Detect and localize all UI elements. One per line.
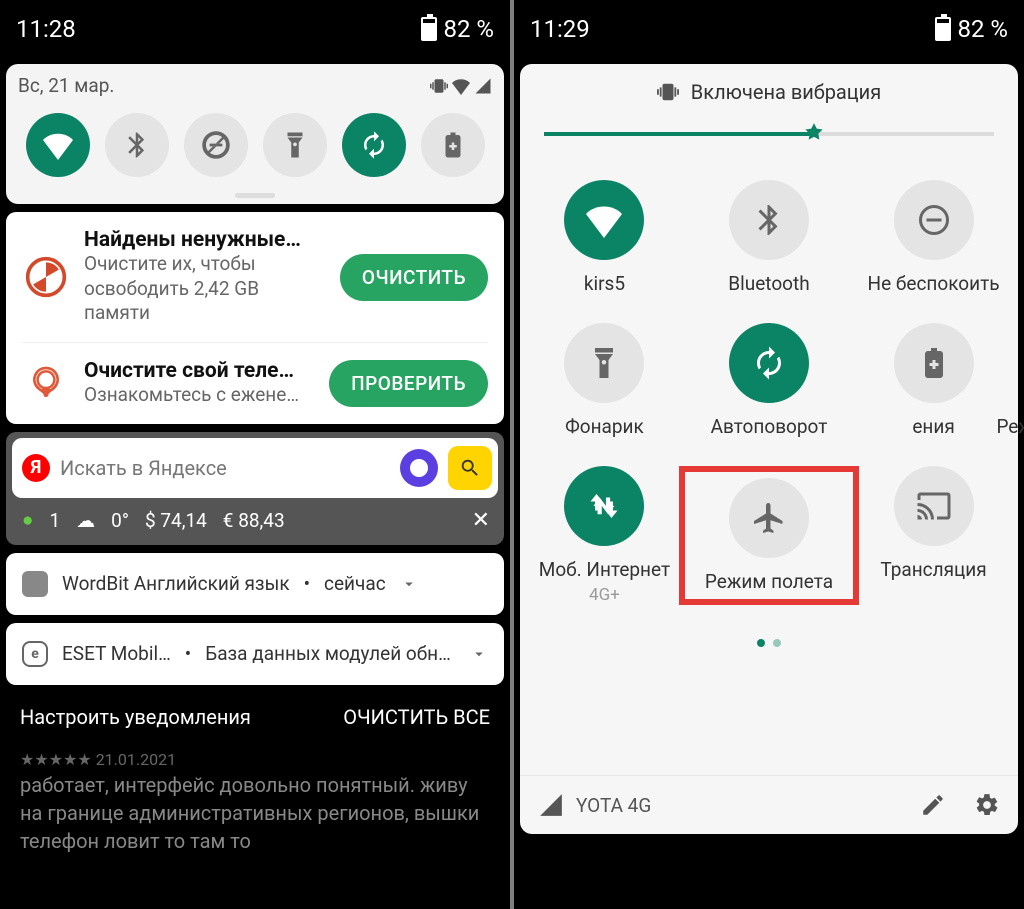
eset-text: База данных модулей обнаруж… [205, 642, 456, 665]
flashlight-icon [564, 323, 644, 403]
carrier-label: YOTA 4G [576, 794, 651, 817]
brightness-thumb-icon [801, 121, 827, 147]
qs-battery-saver-toggle[interactable] [421, 113, 485, 177]
qs-tile-autorotate[interactable]: Автоповорот [679, 323, 859, 438]
wordbit-app-icon [22, 571, 48, 597]
qs-flashlight-toggle[interactable] [263, 113, 327, 177]
signal-icon [538, 792, 564, 818]
wordbit-time: сейчас [324, 572, 386, 595]
bluetooth-icon [729, 180, 809, 260]
alice-button[interactable] [400, 449, 438, 487]
clock: 11:28 [16, 15, 76, 43]
wifi-status-icon [452, 77, 470, 95]
phone-right: 11:29 82 % Включена вибрация kirs5 [514, 0, 1024, 909]
edit-icon[interactable] [920, 792, 946, 818]
search-placeholder: Искать в Яндексе [60, 456, 390, 480]
notification-wordbit[interactable]: WordBit Английский язык • сейчас [6, 553, 504, 615]
qs-tile-flashlight[interactable]: Фонарик [530, 323, 679, 438]
clear-all-button[interactable]: ОЧИСТИТЬ ВСЕ [343, 705, 490, 729]
yandex-logo-icon: Я [22, 454, 50, 482]
cleaner-app-icon [22, 253, 70, 301]
quick-settings-collapsed: Вс, 21 мар. [6, 64, 504, 204]
status-bar-right: 11:29 82 % [514, 0, 1024, 58]
yandex-search-bar[interactable]: Я Искать в Яндексе [12, 438, 498, 498]
qs-tile-airplane[interactable]: Режим полета [679, 466, 859, 605]
cast-icon [894, 466, 974, 546]
notification-settings-link[interactable]: Настроить уведомления [20, 705, 251, 729]
airplane-icon [729, 478, 809, 558]
notification-group-cleaner: Найдены ненужные… Очистите их, чтобы осв… [6, 212, 504, 424]
background-review: ★★★★★ 21.01.2021 работает, интерфейс дов… [0, 739, 510, 865]
vibration-label: Включена вибрация [691, 80, 881, 104]
scan-app-icon [22, 359, 70, 407]
qs-autorotate-toggle[interactable] [342, 113, 406, 177]
quick-settings-expanded: Включена вибрация kirs5 Bluetooth [520, 64, 1018, 834]
autorotate-icon [729, 323, 809, 403]
page-indicator [520, 625, 1018, 661]
battery-icon [421, 17, 437, 41]
eset-app-name: ESET Mobil… [62, 642, 171, 665]
qs-tile-bluetooth[interactable]: Bluetooth [679, 180, 859, 295]
signal-icon [474, 77, 492, 95]
eset-app-icon: e [22, 641, 48, 667]
check-button[interactable]: ПРОВЕРИТЬ [329, 360, 488, 407]
chevron-down-icon[interactable] [470, 645, 488, 663]
battery-percent: 82 % [957, 15, 1008, 43]
brightness-slider[interactable] [544, 132, 994, 136]
clean-button[interactable]: ОЧИСТИТЬ [340, 254, 488, 301]
dnd-icon [894, 180, 974, 260]
vibrate-icon [430, 77, 448, 95]
notification-cleaner[interactable]: Найдены ненужные… Очистите их, чтобы осв… [6, 212, 504, 342]
notification-eset[interactable]: e ESET Mobil… • База данных модулей обна… [6, 623, 504, 685]
status-right: 82 % [421, 15, 494, 43]
eur-rate: € 88,43 [223, 509, 285, 532]
battery-percent: 82 % [443, 15, 494, 43]
wordbit-text: WordBit Английский язык [62, 572, 290, 595]
close-icon[interactable]: ✕ [472, 508, 490, 533]
qs-dnd-toggle[interactable] [184, 113, 248, 177]
usd-rate: $ 74,14 [145, 509, 207, 532]
drag-handle[interactable] [235, 193, 275, 198]
battery-icon [935, 17, 951, 41]
qs-tile-wifi[interactable]: kirs5 [530, 180, 679, 295]
qs-bluetooth-toggle[interactable] [105, 113, 169, 177]
mobile-data-icon [564, 466, 644, 546]
notif-title: Очистите свой теле… [84, 359, 315, 383]
wifi-icon [564, 180, 644, 260]
notif-subtitle: Ознакомьтесь с ежене… [84, 383, 315, 408]
yandex-widget: Я Искать в Яндексе ●1 ☁0° $ 74,14 € 88,4… [6, 432, 504, 545]
qs-wifi-toggle[interactable] [26, 113, 90, 177]
qs-tile-cast[interactable]: Трансляция [859, 466, 1008, 605]
pollen-value: 1 [49, 509, 60, 532]
qs-tile-dnd[interactable]: Не беспокоить [859, 180, 1008, 295]
weather-temp: 0° [111, 509, 129, 532]
qs-tile-mobile-data[interactable]: Моб. Интернет 4G+ [530, 466, 679, 605]
phone-left: 11:28 82 % Вс, 21 мар. [0, 0, 510, 909]
date-label: Вс, 21 мар. [18, 74, 114, 97]
notif-subtitle: Очистите их, чтобы освободить 2,42 GB па… [84, 252, 326, 326]
chevron-down-icon[interactable] [400, 575, 418, 593]
qs-tile-battery-saver-partial[interactable]: ения Режим [859, 323, 1008, 438]
clock: 11:29 [530, 15, 590, 43]
search-button[interactable] [448, 446, 492, 490]
notif-title: Найдены ненужные… [84, 228, 326, 252]
vibrate-icon [657, 81, 679, 103]
status-bar-left: 11:28 82 % [0, 0, 510, 58]
notification-scan[interactable]: Очистите свой теле… Ознакомьтесь с ежене… [6, 343, 504, 424]
battery-saver-icon [894, 323, 974, 403]
gear-icon[interactable] [974, 792, 1000, 818]
